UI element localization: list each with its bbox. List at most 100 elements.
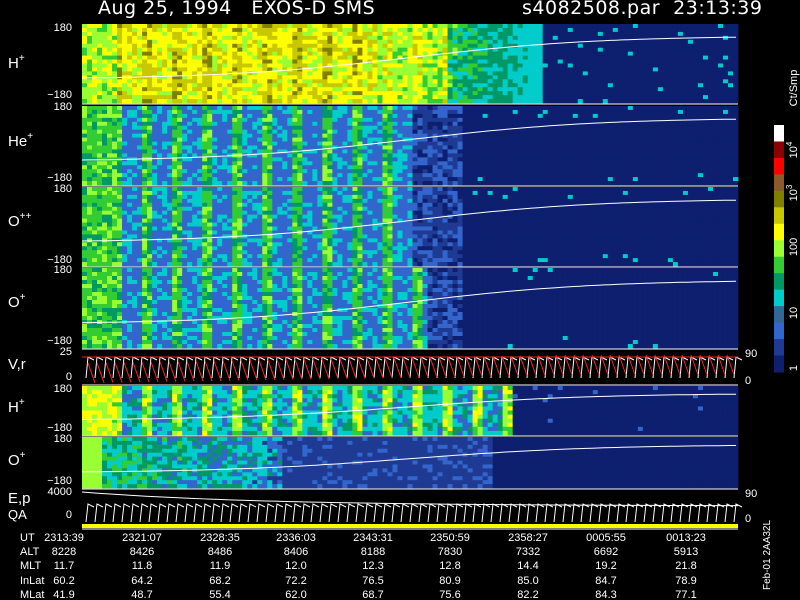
heatmap-cell <box>662 79 669 84</box>
heatmap-cell <box>262 87 268 92</box>
heatmap-cell <box>127 137 133 142</box>
heatmap-cell <box>472 99 479 104</box>
heatmap-cell <box>437 157 443 162</box>
heatmap-cell <box>512 153 519 158</box>
heatmap-cell <box>582 141 589 146</box>
heatmap-cell <box>652 173 659 178</box>
heatmap-cell <box>567 113 574 119</box>
heatmap-cell <box>512 181 519 186</box>
heatmap-cell <box>572 173 579 178</box>
heatmap-cell <box>717 39 724 45</box>
heatmap-cell <box>452 75 458 80</box>
heatmap-cell <box>422 67 428 72</box>
heatmap-cell <box>217 109 223 115</box>
heatmap-cell <box>542 87 549 92</box>
heatmap-cell <box>402 47 408 53</box>
heatmap-cell <box>87 51 93 56</box>
heatmap-cell <box>317 129 323 135</box>
heatmap-cell <box>307 181 313 186</box>
heatmap-cell <box>332 71 338 76</box>
heatmap-cell <box>407 106 413 111</box>
heatmap-cell <box>102 51 108 56</box>
heatmap-cell <box>87 121 93 127</box>
heatmap-cell <box>382 173 388 178</box>
heatmap-cell <box>702 47 709 53</box>
heatmap-cell <box>347 177 353 182</box>
heatmap-cell <box>687 83 694 88</box>
heatmap-cell <box>192 173 198 178</box>
heatmap-cell <box>522 79 529 84</box>
heatmap-cell <box>262 59 268 64</box>
heatmap-cell <box>387 165 393 170</box>
heatmap-cell <box>352 165 358 170</box>
heatmap-cell <box>442 141 448 146</box>
heatmap-cell <box>517 145 524 150</box>
heatmap-cell <box>632 125 639 131</box>
heatmap-cell <box>717 91 724 96</box>
heatmap-cell <box>272 91 278 96</box>
heatmap-cell <box>262 75 268 80</box>
heatmap-cell <box>222 117 228 123</box>
heatmap-cell <box>667 79 674 84</box>
heatmap-cell <box>92 87 98 92</box>
heatmap-cell <box>262 165 268 170</box>
heatmap-cell <box>257 59 263 64</box>
heatmap-cell <box>312 83 318 88</box>
heatmap-cell <box>442 169 448 174</box>
heatmap-cell <box>557 109 564 115</box>
heatmap-cell <box>122 59 128 64</box>
heatmap-cell <box>712 35 719 41</box>
heatmap-cell <box>422 71 428 76</box>
heatmap-cell <box>377 109 383 115</box>
heatmap-cell <box>547 91 554 96</box>
heatmap-cell <box>157 31 163 37</box>
heatmap-cell <box>732 35 739 41</box>
heatmap-cell <box>142 75 148 80</box>
heatmap-cell <box>527 157 534 162</box>
heatmap-cell <box>572 87 579 92</box>
heatmap-cell <box>202 59 208 64</box>
heatmap-cell <box>102 39 108 45</box>
heatmap-cell <box>467 59 473 64</box>
heatmap-cell <box>652 141 659 146</box>
heatmap-cell <box>272 145 278 150</box>
heatmap-cell <box>502 121 509 127</box>
heatmap-cell <box>282 35 288 41</box>
heatmap-cell <box>382 39 388 45</box>
heatmap-cell <box>417 113 423 119</box>
heatmap-cell <box>622 75 629 80</box>
heatmap-cell <box>187 133 193 138</box>
heatmap-cell <box>597 153 604 158</box>
heatmap-cell <box>302 71 308 76</box>
heatmap-cell <box>437 106 443 111</box>
heatmap-cell <box>402 51 408 56</box>
heatmap-cell <box>522 165 529 170</box>
heatmap-cell <box>592 59 599 64</box>
heatmap-cell <box>277 117 283 123</box>
heatmap-cell <box>282 95 288 100</box>
heatmap-cell <box>732 63 739 68</box>
heatmap-cell <box>607 173 614 178</box>
heatmap-cell <box>172 35 178 41</box>
heatmap-cell <box>287 169 293 174</box>
heatmap-cell <box>457 55 463 60</box>
heatmap-cell <box>402 87 408 92</box>
heatmap-cell <box>622 27 629 33</box>
heatmap-cell <box>307 75 313 80</box>
heatmap-cell <box>102 169 108 174</box>
heatmap-cell <box>382 113 388 119</box>
heatmap-cell <box>642 87 649 92</box>
heatmap-cell <box>392 109 398 115</box>
heatmap-cell <box>372 121 378 127</box>
heatmap-cell <box>282 87 288 92</box>
heatmap-cell <box>167 129 173 135</box>
heatmap-cell <box>637 157 644 162</box>
heatmap-cell <box>407 149 413 154</box>
heatmap-cell <box>577 129 584 135</box>
heatmap-cell <box>612 83 619 88</box>
heatmap-cell <box>547 145 554 150</box>
heatmap-cell <box>677 47 684 53</box>
heatmap-cell <box>317 109 323 115</box>
heatmap-cell <box>452 173 458 178</box>
heatmap-cell <box>607 71 614 76</box>
